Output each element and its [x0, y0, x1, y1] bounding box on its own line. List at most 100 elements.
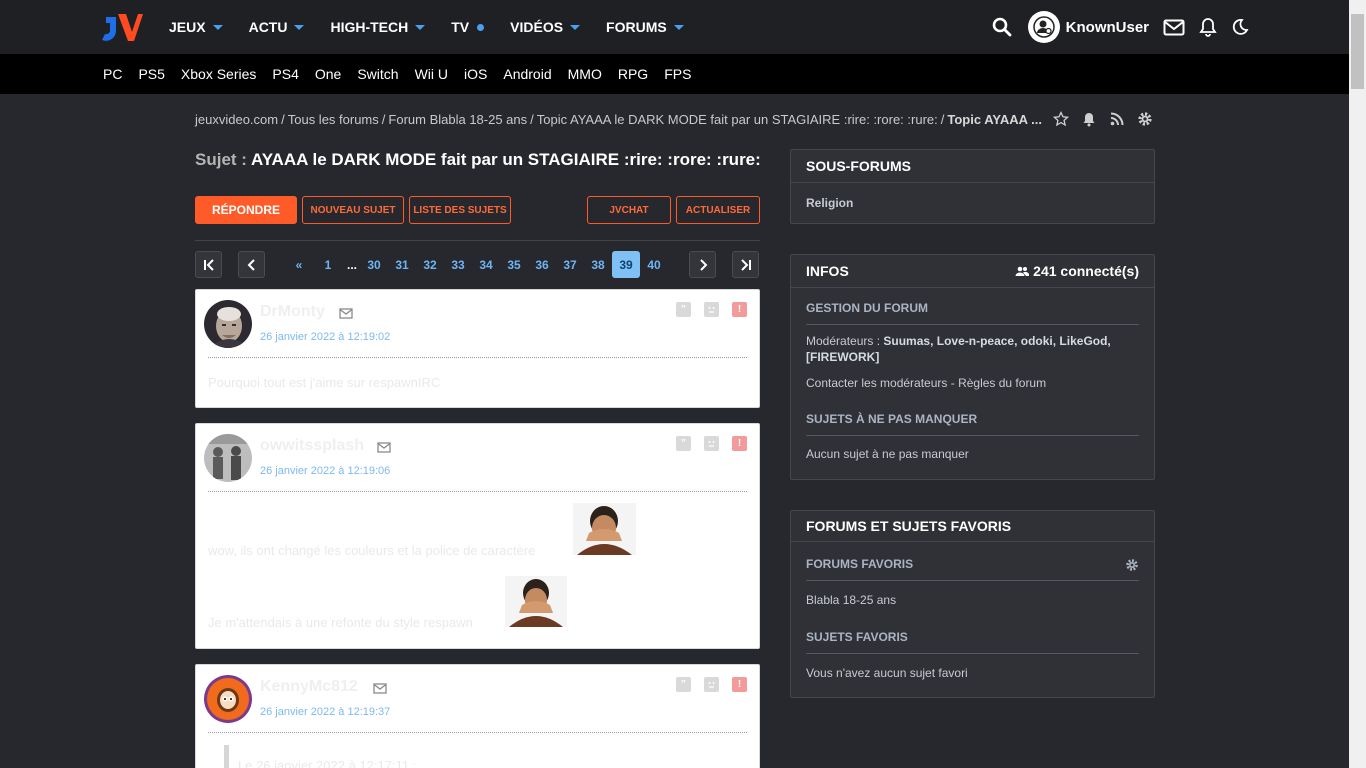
- first-page-icon: [203, 258, 214, 271]
- subnav-wii-u[interactable]: Wii U: [415, 66, 448, 82]
- nav-actu[interactable]: ACTU: [249, 19, 305, 35]
- jvchat-button[interactable]: JVCHAT: [587, 196, 671, 224]
- prev-page-button[interactable]: [238, 251, 265, 278]
- report-icon[interactable]: !: [732, 302, 747, 317]
- username[interactable]: KnownUser: [1066, 19, 1149, 36]
- post-date[interactable]: 26 janvier 2022 à 12:19:02: [260, 331, 390, 343]
- contact-moderators-link[interactable]: Contacter les modérateurs - Règles du fo…: [806, 375, 1139, 391]
- avatar[interactable]: [204, 300, 252, 348]
- breadcrumb-home[interactable]: jeuxvideo.com: [195, 112, 278, 127]
- nav-label: ACTU: [248, 19, 288, 35]
- page-37[interactable]: 37: [556, 251, 584, 278]
- page-scrollbar[interactable]: [1349, 0, 1366, 768]
- moderators-line: Modérateurs : Suumas, Love-n-peace, odok…: [806, 333, 1139, 365]
- mail-icon[interactable]: [339, 306, 353, 324]
- moon-icon[interactable]: [1231, 18, 1249, 36]
- breadcrumb-all-forums[interactable]: Tous les forums: [288, 112, 379, 127]
- chevron-left-icon: [247, 258, 255, 271]
- subforum-link[interactable]: Religion: [806, 195, 1139, 211]
- subnav-pc[interactable]: PC: [103, 66, 122, 82]
- mail-icon[interactable]: [373, 681, 387, 699]
- refresh-button[interactable]: ACTUALISER: [676, 196, 760, 224]
- page-34[interactable]: 34: [472, 251, 500, 278]
- gear-icon[interactable]: [1125, 558, 1139, 572]
- page-36[interactable]: 36: [528, 251, 556, 278]
- post-date[interactable]: 26 janvier 2022 à 12:19:37: [260, 706, 390, 718]
- reply-button[interactable]: RÉPONDRE: [195, 196, 297, 224]
- top-navbar: JEUX ACTU HIGH-TECH TV VIDÉOS FORUMS Kno…: [0, 0, 1349, 54]
- nav-jeux[interactable]: JEUX: [169, 19, 223, 35]
- breadcrumb-forum[interactable]: Forum Blabla 18-25 ans: [388, 112, 527, 127]
- sad-face-icon[interactable]: [704, 677, 719, 692]
- user-avatar-icon[interactable]: [1027, 11, 1060, 43]
- report-icon[interactable]: !: [732, 677, 747, 692]
- page-39-current[interactable]: 39: [612, 251, 640, 278]
- bell-icon[interactable]: [1081, 111, 1097, 127]
- last-page-button[interactable]: [732, 251, 759, 278]
- must-read-heading: SUJETS À NE PAS MANQUER: [806, 412, 1139, 436]
- page-prev-arrow[interactable]: «: [287, 251, 311, 278]
- quote-icon[interactable]: ”: [676, 436, 691, 451]
- page-40[interactable]: 40: [640, 251, 668, 278]
- avatar[interactable]: [204, 675, 252, 723]
- bell-icon[interactable]: [1199, 17, 1217, 37]
- page-31[interactable]: 31: [388, 251, 416, 278]
- scrollbar-thumb[interactable]: [1351, 14, 1364, 89]
- next-page-button[interactable]: [689, 251, 716, 278]
- main-nav: JEUX ACTU HIGH-TECH TV VIDÉOS FORUMS: [169, 0, 710, 54]
- subnav-rpg[interactable]: RPG: [618, 66, 648, 82]
- nav-tv[interactable]: TV: [451, 19, 485, 35]
- nav-forums[interactable]: FORUMS: [606, 19, 684, 35]
- subnav-mmo[interactable]: MMO: [568, 66, 602, 82]
- rss-icon[interactable]: [1109, 111, 1125, 127]
- jv-logo[interactable]: [100, 11, 144, 43]
- quote-icon[interactable]: ”: [676, 302, 691, 317]
- first-page-button[interactable]: [195, 251, 222, 278]
- subnav-ps5[interactable]: PS5: [138, 66, 164, 82]
- favorite-forum-link[interactable]: Blabla 18-25 ans: [806, 592, 1139, 608]
- infos-header: INFOS 241 connecté(s): [791, 255, 1154, 288]
- subnav-xbox-series[interactable]: Xbox Series: [181, 66, 256, 82]
- subnav-fps[interactable]: FPS: [664, 66, 691, 82]
- topic-title-text: AYAAA le DARK MODE fait par un STAGIAIRE…: [251, 150, 761, 169]
- forum-post: owwitssplash 26 janvier 2022 à 12:19:06 …: [195, 423, 760, 649]
- subnav-ps4[interactable]: PS4: [272, 66, 298, 82]
- moderators-list[interactable]: Suumas, Love-n-peace, odoki, LikeGod,: [883, 334, 1110, 348]
- breadcrumb-separator: /: [381, 112, 386, 127]
- subnav-android[interactable]: Android: [503, 66, 551, 82]
- page-33[interactable]: 33: [444, 251, 472, 278]
- page-38[interactable]: 38: [584, 251, 612, 278]
- subnav-one[interactable]: One: [315, 66, 341, 82]
- nav-high-tech[interactable]: HIGH-TECH: [330, 19, 426, 35]
- mail-icon[interactable]: [377, 440, 391, 458]
- chevron-down-icon: [294, 24, 305, 30]
- post-author[interactable]: KennyMc812: [260, 678, 358, 696]
- report-icon[interactable]: !: [732, 436, 747, 451]
- live-dot-icon: [477, 23, 485, 31]
- post-date[interactable]: 26 janvier 2022 à 12:19:06: [260, 465, 390, 477]
- page-30[interactable]: 30: [360, 251, 388, 278]
- post-author[interactable]: owwitssplash: [260, 437, 364, 455]
- subnav-ios[interactable]: iOS: [464, 66, 487, 82]
- new-topic-button[interactable]: NOUVEAU SUJET: [302, 196, 404, 224]
- mail-icon[interactable]: [1163, 19, 1185, 36]
- breadcrumb-topic[interactable]: Topic AYAAA le DARK MODE fait par un STA…: [537, 112, 938, 127]
- must-read-empty: Aucun sujet à ne pas manquer: [806, 447, 969, 461]
- gear-icon[interactable]: [1137, 111, 1153, 127]
- search-icon[interactable]: [992, 17, 1012, 37]
- moderators-list[interactable]: [FIREWORK]: [806, 350, 879, 364]
- page-35[interactable]: 35: [500, 251, 528, 278]
- nav-label: FORUMS: [606, 19, 667, 35]
- nav-videos[interactable]: VIDÉOS: [510, 19, 581, 35]
- sad-face-icon[interactable]: [704, 436, 719, 451]
- avatar[interactable]: [204, 434, 252, 482]
- post-tools: ” !: [663, 436, 747, 451]
- topic-list-button[interactable]: LISTE DES SUJETS: [409, 196, 511, 224]
- star-icon[interactable]: [1053, 111, 1069, 127]
- quote-icon[interactable]: ”: [676, 677, 691, 692]
- page-1[interactable]: 1: [314, 251, 342, 278]
- page-32[interactable]: 32: [416, 251, 444, 278]
- subnav-switch[interactable]: Switch: [357, 66, 398, 82]
- sad-face-icon[interactable]: [704, 302, 719, 317]
- post-author[interactable]: DrMonty: [260, 303, 325, 321]
